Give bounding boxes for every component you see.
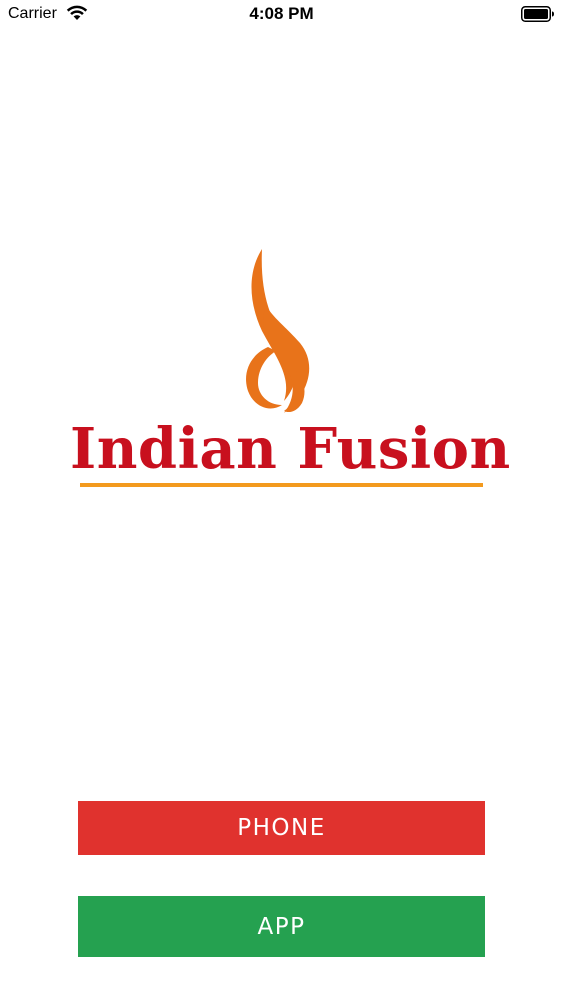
flame-icon bbox=[246, 249, 310, 413]
battery-icon bbox=[521, 6, 554, 22]
app-button-label: APP bbox=[257, 913, 306, 940]
phone-button[interactable]: PHONE bbox=[78, 801, 485, 855]
phone-button-label: PHONE bbox=[237, 815, 326, 841]
status-time: 4:08 PM bbox=[249, 4, 314, 23]
brand-underline bbox=[80, 483, 483, 487]
brand-logo: Indian Fusion bbox=[70, 245, 511, 495]
brand-name: Indian Fusion bbox=[70, 416, 511, 482]
status-bar: Carrier 4:08 PM bbox=[0, 0, 563, 30]
app-button[interactable]: APP bbox=[78, 896, 485, 957]
splash-screen: Carrier 4:08 PM Indian Fusion PHONE APP bbox=[0, 0, 563, 1000]
